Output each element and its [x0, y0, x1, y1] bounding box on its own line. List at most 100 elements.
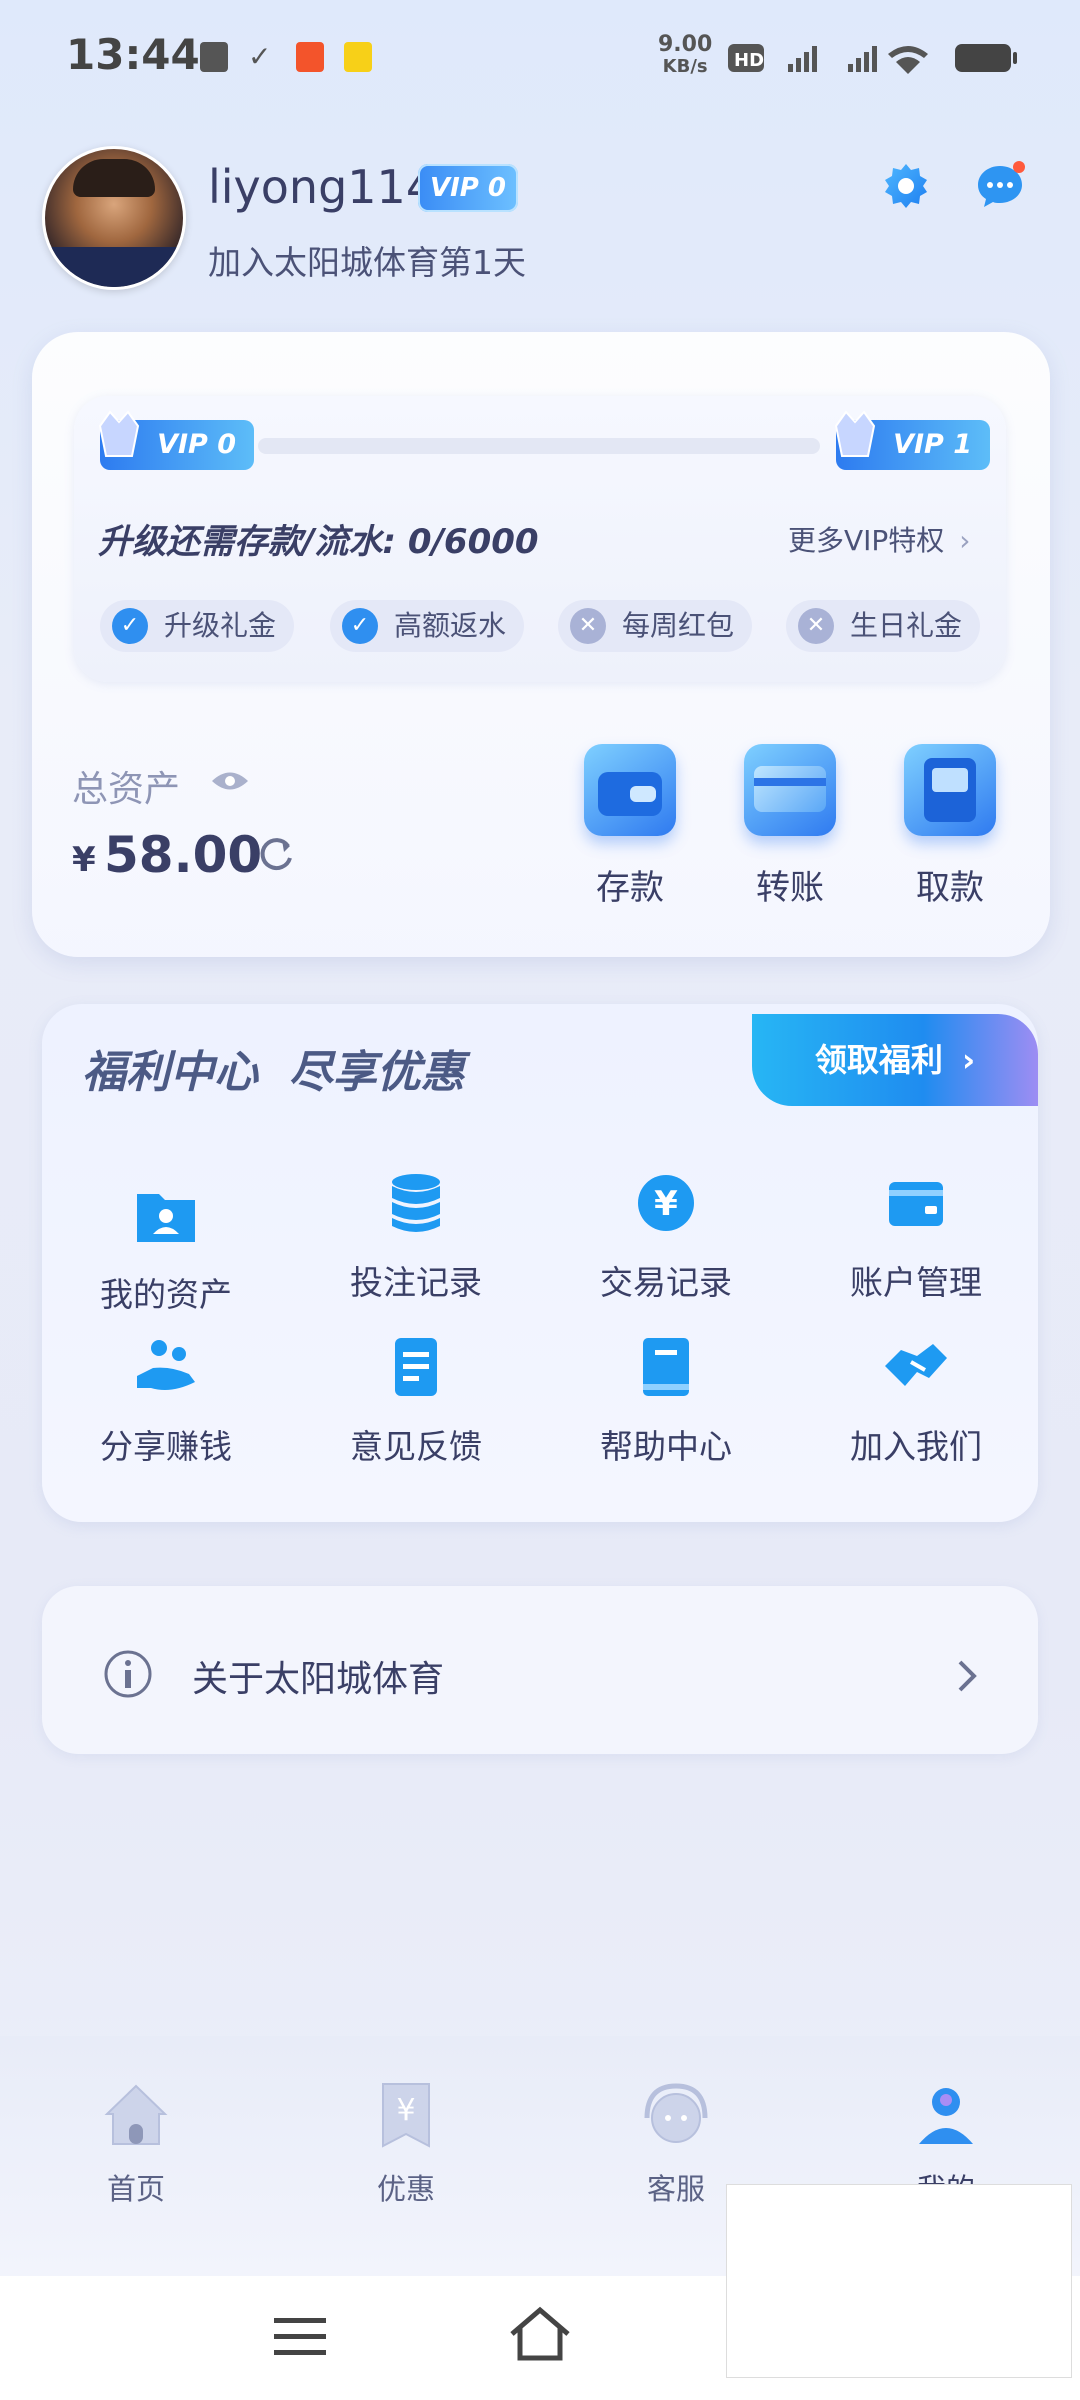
help-center-label: 帮助中心: [600, 1427, 732, 1466]
bet-records-label: 投注记录: [350, 1263, 482, 1302]
folder-user-icon: [137, 1194, 195, 1242]
chevron-right-icon: ›: [959, 524, 971, 557]
close-icon: ✕: [570, 608, 606, 644]
perk-label: 每周红包: [622, 609, 735, 642]
perk-label: 生日礼金: [850, 609, 963, 642]
my-assets-item[interactable]: 我的资产: [66, 1180, 266, 1316]
account-management-item[interactable]: 账户管理: [816, 1168, 1016, 1304]
share-people-icon: [137, 1340, 195, 1390]
username: liyong114: [208, 160, 436, 214]
home-button-icon[interactable]: [508, 2306, 572, 2362]
chevron-right-icon: [958, 1660, 977, 1692]
book-icon: [643, 1338, 689, 1396]
deposit-button[interactable]: 存款: [570, 744, 690, 909]
app-icon: [344, 42, 372, 72]
net-speed-unit: KB/s: [662, 56, 708, 77]
coupon-icon: ¥: [382, 2083, 430, 2148]
perk-chip: ✕ 生日礼金: [786, 600, 981, 652]
check-icon: ✓: [342, 608, 378, 644]
document-icon: [395, 1338, 437, 1396]
welfare-title: 福利中心 尽享优惠: [82, 1047, 465, 1098]
wallet-icon: [584, 744, 676, 836]
more-vip-label: 更多VIP特权: [788, 524, 945, 557]
withdraw-button[interactable]: 取款: [890, 744, 1010, 909]
nav-service[interactable]: 客服: [606, 2078, 746, 2208]
vip-badge: VIP 0: [418, 164, 518, 212]
nav-service-label: 客服: [646, 2172, 705, 2206]
headset-icon: [644, 2083, 708, 2143]
account-management-label: 账户管理: [850, 1263, 982, 1302]
gear-icon[interactable]: [880, 160, 932, 212]
total-assets-amount: 58.00: [104, 826, 263, 884]
signal-icon: HD: [728, 44, 928, 74]
currency-symbol: ¥: [72, 840, 96, 880]
net-speed-value: 9.00: [658, 32, 713, 57]
join-us-item[interactable]: 加入我们: [816, 1332, 1016, 1468]
transaction-records-label: 交易记录: [600, 1263, 732, 1302]
claim-welfare-label: 领取福利: [814, 1041, 943, 1079]
yen-coin-icon: ¥: [638, 1175, 694, 1231]
user-icon: [919, 2088, 973, 2144]
nav-promotions-label: 优惠: [376, 2172, 435, 2206]
upgrade-requirement: 升级还需存款/流水: 0/6000: [98, 522, 539, 562]
svg-text:HD: HD: [734, 50, 764, 71]
atm-icon: [904, 744, 996, 836]
vip-current-label: VIP 0: [157, 429, 236, 460]
about-label: 关于太阳城体育: [192, 1659, 445, 1700]
total-assets-label: 总资产: [72, 769, 181, 810]
perk-label: 高额返水: [394, 609, 507, 642]
join-us-label: 加入我们: [850, 1427, 982, 1466]
perk-chip: ✕ 每周红包: [558, 600, 753, 652]
more-vip-link[interactable]: 更多VIP特权 ›: [788, 519, 970, 559]
feedback-label: 意见反馈: [350, 1427, 482, 1466]
card-icon: [744, 744, 836, 836]
perk-chip: ✓ 高额返水: [330, 600, 525, 652]
vip-next-badge: VIP 1: [834, 410, 990, 470]
close-icon: ✕: [798, 608, 834, 644]
menu-icon[interactable]: [274, 2314, 326, 2358]
status-time: 13:44: [66, 30, 200, 79]
battery-icon: [955, 44, 1017, 72]
eye-icon[interactable]: [210, 768, 250, 794]
claim-welfare-button[interactable]: 领取福利 ›: [752, 1014, 1038, 1106]
info-icon: [104, 1650, 152, 1698]
crown-icon: [98, 410, 140, 457]
database-icon: [392, 1174, 440, 1232]
home-icon: [104, 2084, 168, 2145]
feedback-item[interactable]: 意见反馈: [316, 1332, 516, 1468]
svg-text:¥: ¥: [396, 2093, 415, 2128]
crown-icon: [834, 410, 876, 457]
perk-chip: ✓ 升级礼金: [100, 600, 295, 652]
transfer-button[interactable]: 转账: [730, 744, 850, 909]
check-icon: ✓: [248, 40, 272, 73]
share-earn-item[interactable]: 分享赚钱: [66, 1332, 266, 1468]
chevron-right-icon: ›: [961, 1041, 976, 1079]
watermark-logo: [726, 2184, 1072, 2378]
vip-progress-bar: [258, 438, 820, 454]
withdraw-label: 取款: [916, 868, 984, 908]
nav-home-label: 首页: [106, 2172, 165, 2206]
my-assets-label: 我的资产: [100, 1275, 232, 1314]
card-icon: [889, 1182, 943, 1226]
nav-home[interactable]: 首页: [66, 2078, 206, 2208]
join-days-text: 加入太阳城体育第1天: [208, 243, 526, 282]
refresh-icon[interactable]: [256, 834, 296, 874]
bet-records-item[interactable]: 投注记录: [316, 1168, 516, 1304]
check-icon: ✓: [112, 608, 148, 644]
help-center-item[interactable]: 帮助中心: [566, 1332, 766, 1468]
deposit-label: 存款: [596, 868, 664, 908]
nav-promotions[interactable]: ¥ 优惠: [336, 2078, 476, 2208]
perk-label: 升级礼金: [164, 609, 277, 642]
transfer-label: 转账: [756, 868, 824, 908]
app-icon: [296, 42, 324, 72]
message-icon[interactable]: [974, 160, 1026, 212]
avatar[interactable]: [42, 146, 186, 290]
transaction-records-item[interactable]: ¥ 交易记录: [566, 1168, 766, 1304]
clipboard-icon: [200, 42, 228, 72]
handshake-icon: [885, 1344, 947, 1386]
share-earn-label: 分享赚钱: [100, 1427, 232, 1466]
status-bar: 13:44 ✓ 9.00 KB/s HD: [0, 0, 1080, 120]
net-speed: 9.00 KB/s: [658, 34, 712, 78]
svg-text:¥: ¥: [654, 1184, 678, 1224]
vip-next-label: VIP 1: [893, 429, 972, 460]
